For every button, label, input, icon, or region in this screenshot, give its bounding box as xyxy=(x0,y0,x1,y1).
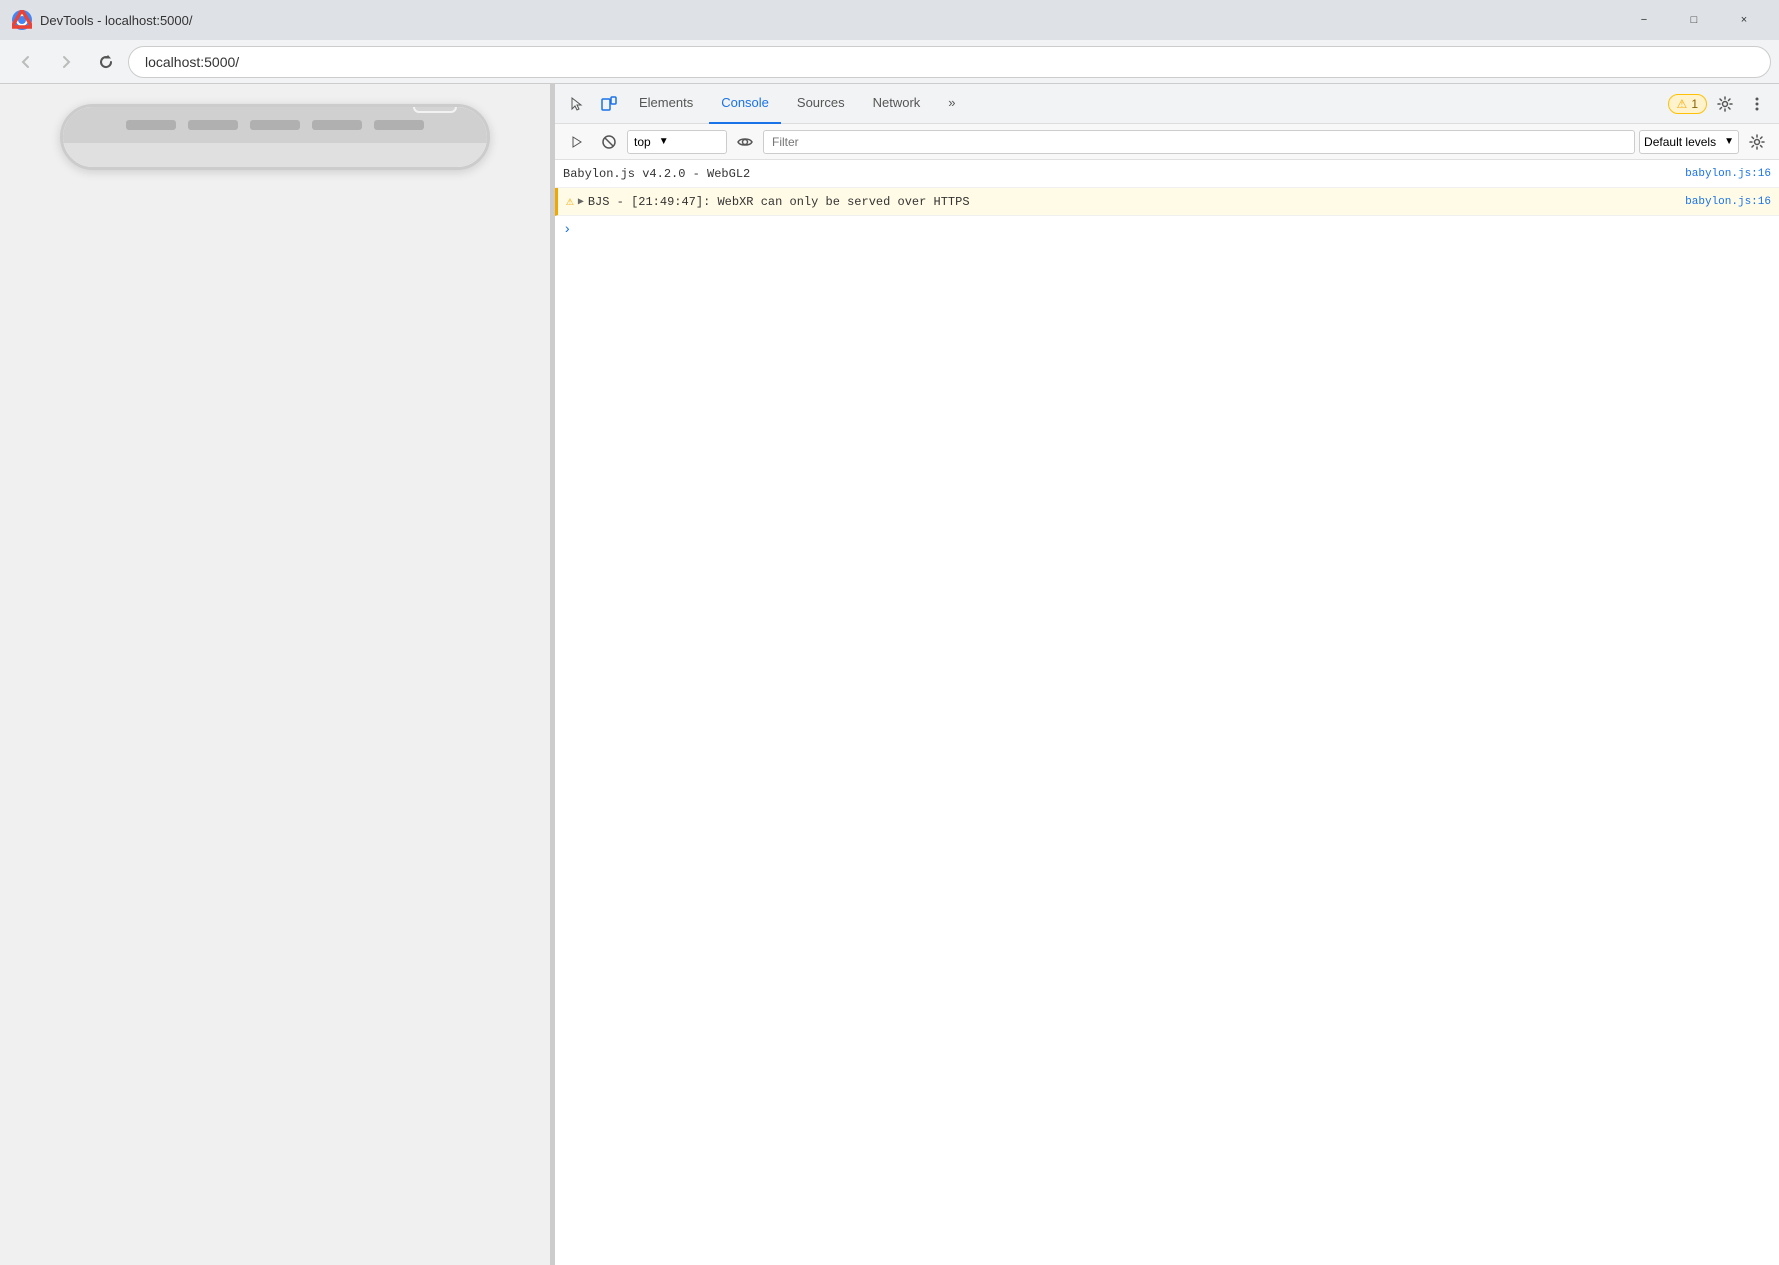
phone-stripe-4 xyxy=(312,120,362,130)
back-icon xyxy=(18,54,34,70)
vr-headset-icon xyxy=(421,104,449,106)
levels-dropdown-icon: ▼ xyxy=(1724,136,1734,147)
console-gear-icon xyxy=(1749,134,1765,150)
gear-icon xyxy=(1717,96,1733,112)
phone-stripe-3 xyxy=(250,120,300,130)
dropdown-arrow-icon: ▼ xyxy=(659,136,669,147)
console-clear-button[interactable] xyxy=(595,128,623,156)
console-settings-button[interactable] xyxy=(1743,128,1771,156)
filter-eye-button[interactable] xyxy=(731,128,759,156)
devtools-tab-bar: Elements Console Sources Network » ⚠ 1 xyxy=(555,84,1779,124)
console-play-button[interactable] xyxy=(563,128,591,156)
title-bar: DevTools - localhost:5000/ − □ × xyxy=(0,0,1779,40)
tab-network[interactable]: Network xyxy=(861,84,933,124)
phone-stripe-1 xyxy=(126,120,176,130)
nav-bar xyxy=(0,40,1779,84)
vr-button[interactable] xyxy=(413,104,457,113)
minimize-button[interactable]: − xyxy=(1621,4,1667,36)
more-vertical-icon xyxy=(1749,96,1765,112)
prompt-arrow-icon: › xyxy=(563,222,571,238)
console-message-text-1: Babylon.js v4.2.0 - WebGL2 xyxy=(563,167,1677,181)
forward-icon xyxy=(58,54,74,70)
device-toggle-button[interactable] xyxy=(595,90,623,118)
console-message-link-2[interactable]: babylon.js:16 xyxy=(1685,196,1771,208)
close-button[interactable]: × xyxy=(1721,4,1767,36)
devtools-more-options-button[interactable] xyxy=(1743,90,1771,118)
forward-button[interactable] xyxy=(48,44,84,80)
expand-arrow-2[interactable]: ▶ xyxy=(578,196,584,208)
inspect-element-button[interactable] xyxy=(563,90,591,118)
restore-button[interactable]: □ xyxy=(1671,4,1717,36)
play-icon xyxy=(570,135,584,149)
console-message-2: ⚠ ▶ BJS - [21:49:47]: WebXR can only be … xyxy=(555,188,1779,216)
device-icon xyxy=(601,96,617,112)
phone-bottom-bar xyxy=(63,143,487,167)
console-message-link-1[interactable]: babylon.js:16 xyxy=(1685,168,1771,180)
window-title: DevTools - localhost:5000/ xyxy=(40,13,1613,28)
console-prompt[interactable]: › xyxy=(555,216,1779,244)
tab-console[interactable]: Console xyxy=(709,84,781,124)
context-selector[interactable]: top ▼ xyxy=(627,130,727,154)
cursor-icon xyxy=(569,96,585,112)
devtools-right-icons: ⚠ 1 xyxy=(1668,90,1771,118)
console-message-text-2: BJS - [21:49:47]: WebXR can only be serv… xyxy=(588,195,1677,209)
address-bar[interactable] xyxy=(128,46,1771,78)
console-toolbar: top ▼ Default levels ▼ xyxy=(555,124,1779,160)
eye-icon xyxy=(737,135,753,149)
warning-count: 1 xyxy=(1691,97,1698,111)
warning-icon-2: ⚠ xyxy=(566,194,574,209)
chrome-icon xyxy=(12,10,32,30)
phone-stripe-2 xyxy=(188,120,238,130)
phone-mockup xyxy=(60,104,490,170)
warning-triangle-icon: ⚠ xyxy=(1677,97,1688,111)
console-content: Babylon.js v4.2.0 - WebGL2 babylon.js:16… xyxy=(555,160,1779,1265)
clear-icon xyxy=(602,135,616,149)
devtools-panel: Elements Console Sources Network » ⚠ 1 xyxy=(554,84,1779,1265)
warning-badge[interactable]: ⚠ 1 xyxy=(1668,94,1707,114)
window-controls: − □ × xyxy=(1621,4,1767,36)
tab-elements[interactable]: Elements xyxy=(627,84,705,124)
filter-input[interactable] xyxy=(763,130,1635,154)
phone-stripe-5 xyxy=(374,120,424,130)
log-levels-selector[interactable]: Default levels ▼ xyxy=(1639,130,1739,154)
console-message-1: Babylon.js v4.2.0 - WebGL2 babylon.js:16 xyxy=(555,160,1779,188)
more-tabs-button[interactable]: » xyxy=(936,84,967,124)
reload-icon xyxy=(98,54,114,70)
tab-sources[interactable]: Sources xyxy=(785,84,857,124)
back-button[interactable] xyxy=(8,44,44,80)
reload-button[interactable] xyxy=(88,44,124,80)
main-content: Elements Console Sources Network » ⚠ 1 xyxy=(0,84,1779,1265)
browser-viewport xyxy=(0,84,550,1265)
devtools-settings-button[interactable] xyxy=(1711,90,1739,118)
